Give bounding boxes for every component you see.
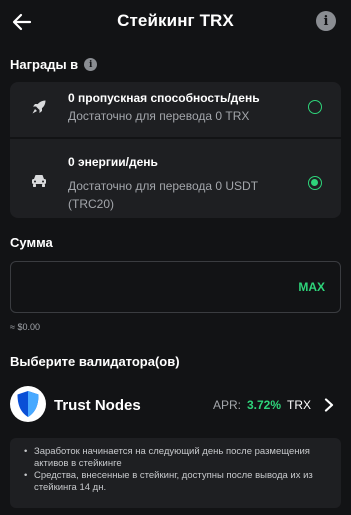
staking-notes: Заработок начинается на следующий день п… xyxy=(10,438,341,508)
validator-label: Выберите валидатора(ов) xyxy=(10,354,180,369)
chevron-right-icon[interactable] xyxy=(323,398,335,412)
reward-title: 0 энергии/день xyxy=(68,155,158,169)
rewards-card: 0 пропускная способность/день Достаточно… xyxy=(10,82,341,218)
reward-option-bandwidth[interactable]: 0 пропускная способность/день Достаточно… xyxy=(10,82,341,137)
validator-logo xyxy=(10,386,46,422)
apr-value: 3.72% xyxy=(246,398,281,412)
shield-icon xyxy=(17,391,39,417)
apr-unit: TRX xyxy=(287,398,311,412)
note-item: Заработок начинается на следующий день п… xyxy=(24,446,331,470)
usd-equivalent: ≈ $0.00 xyxy=(10,322,40,332)
amount-label: Сумма xyxy=(10,235,53,250)
apr-label: APR: xyxy=(212,398,241,412)
note-item: Средства, внесенные в стейкинг, доступны… xyxy=(24,470,331,494)
rewards-info-icon[interactable]: i xyxy=(84,58,98,71)
amount-field[interactable]: MAX xyxy=(10,261,341,313)
info-icon[interactable]: i xyxy=(316,11,336,31)
validator-name: Trust Nodes xyxy=(54,397,141,414)
header: Стейкинг TRX i xyxy=(0,0,351,44)
radio-button-selected[interactable] xyxy=(308,176,322,190)
validator-row[interactable]: Trust Nodes APR: 3.72% TRX xyxy=(10,384,341,428)
reward-subtitle: Достаточно для перевода 0 USDT (TRC20) xyxy=(68,179,258,211)
max-button[interactable]: MAX xyxy=(298,280,325,294)
rocket-icon xyxy=(32,100,46,114)
reward-subtitle: Достаточно для перевода 0 TRX xyxy=(68,109,250,123)
radio-button[interactable] xyxy=(308,100,322,114)
apr-info: APR: 3.72% TRX xyxy=(213,398,311,412)
reward-option-energy[interactable]: 0 энергии/день Достаточно для перевода 0… xyxy=(10,139,341,218)
reward-title: 0 пропускная способность/день xyxy=(68,91,260,105)
page-title: Стейкинг TRX xyxy=(117,11,234,30)
car-icon xyxy=(32,175,46,187)
rewards-heading: Награды в i xyxy=(10,57,98,72)
amount-input[interactable] xyxy=(21,276,271,298)
rewards-label: Награды в xyxy=(10,57,79,72)
